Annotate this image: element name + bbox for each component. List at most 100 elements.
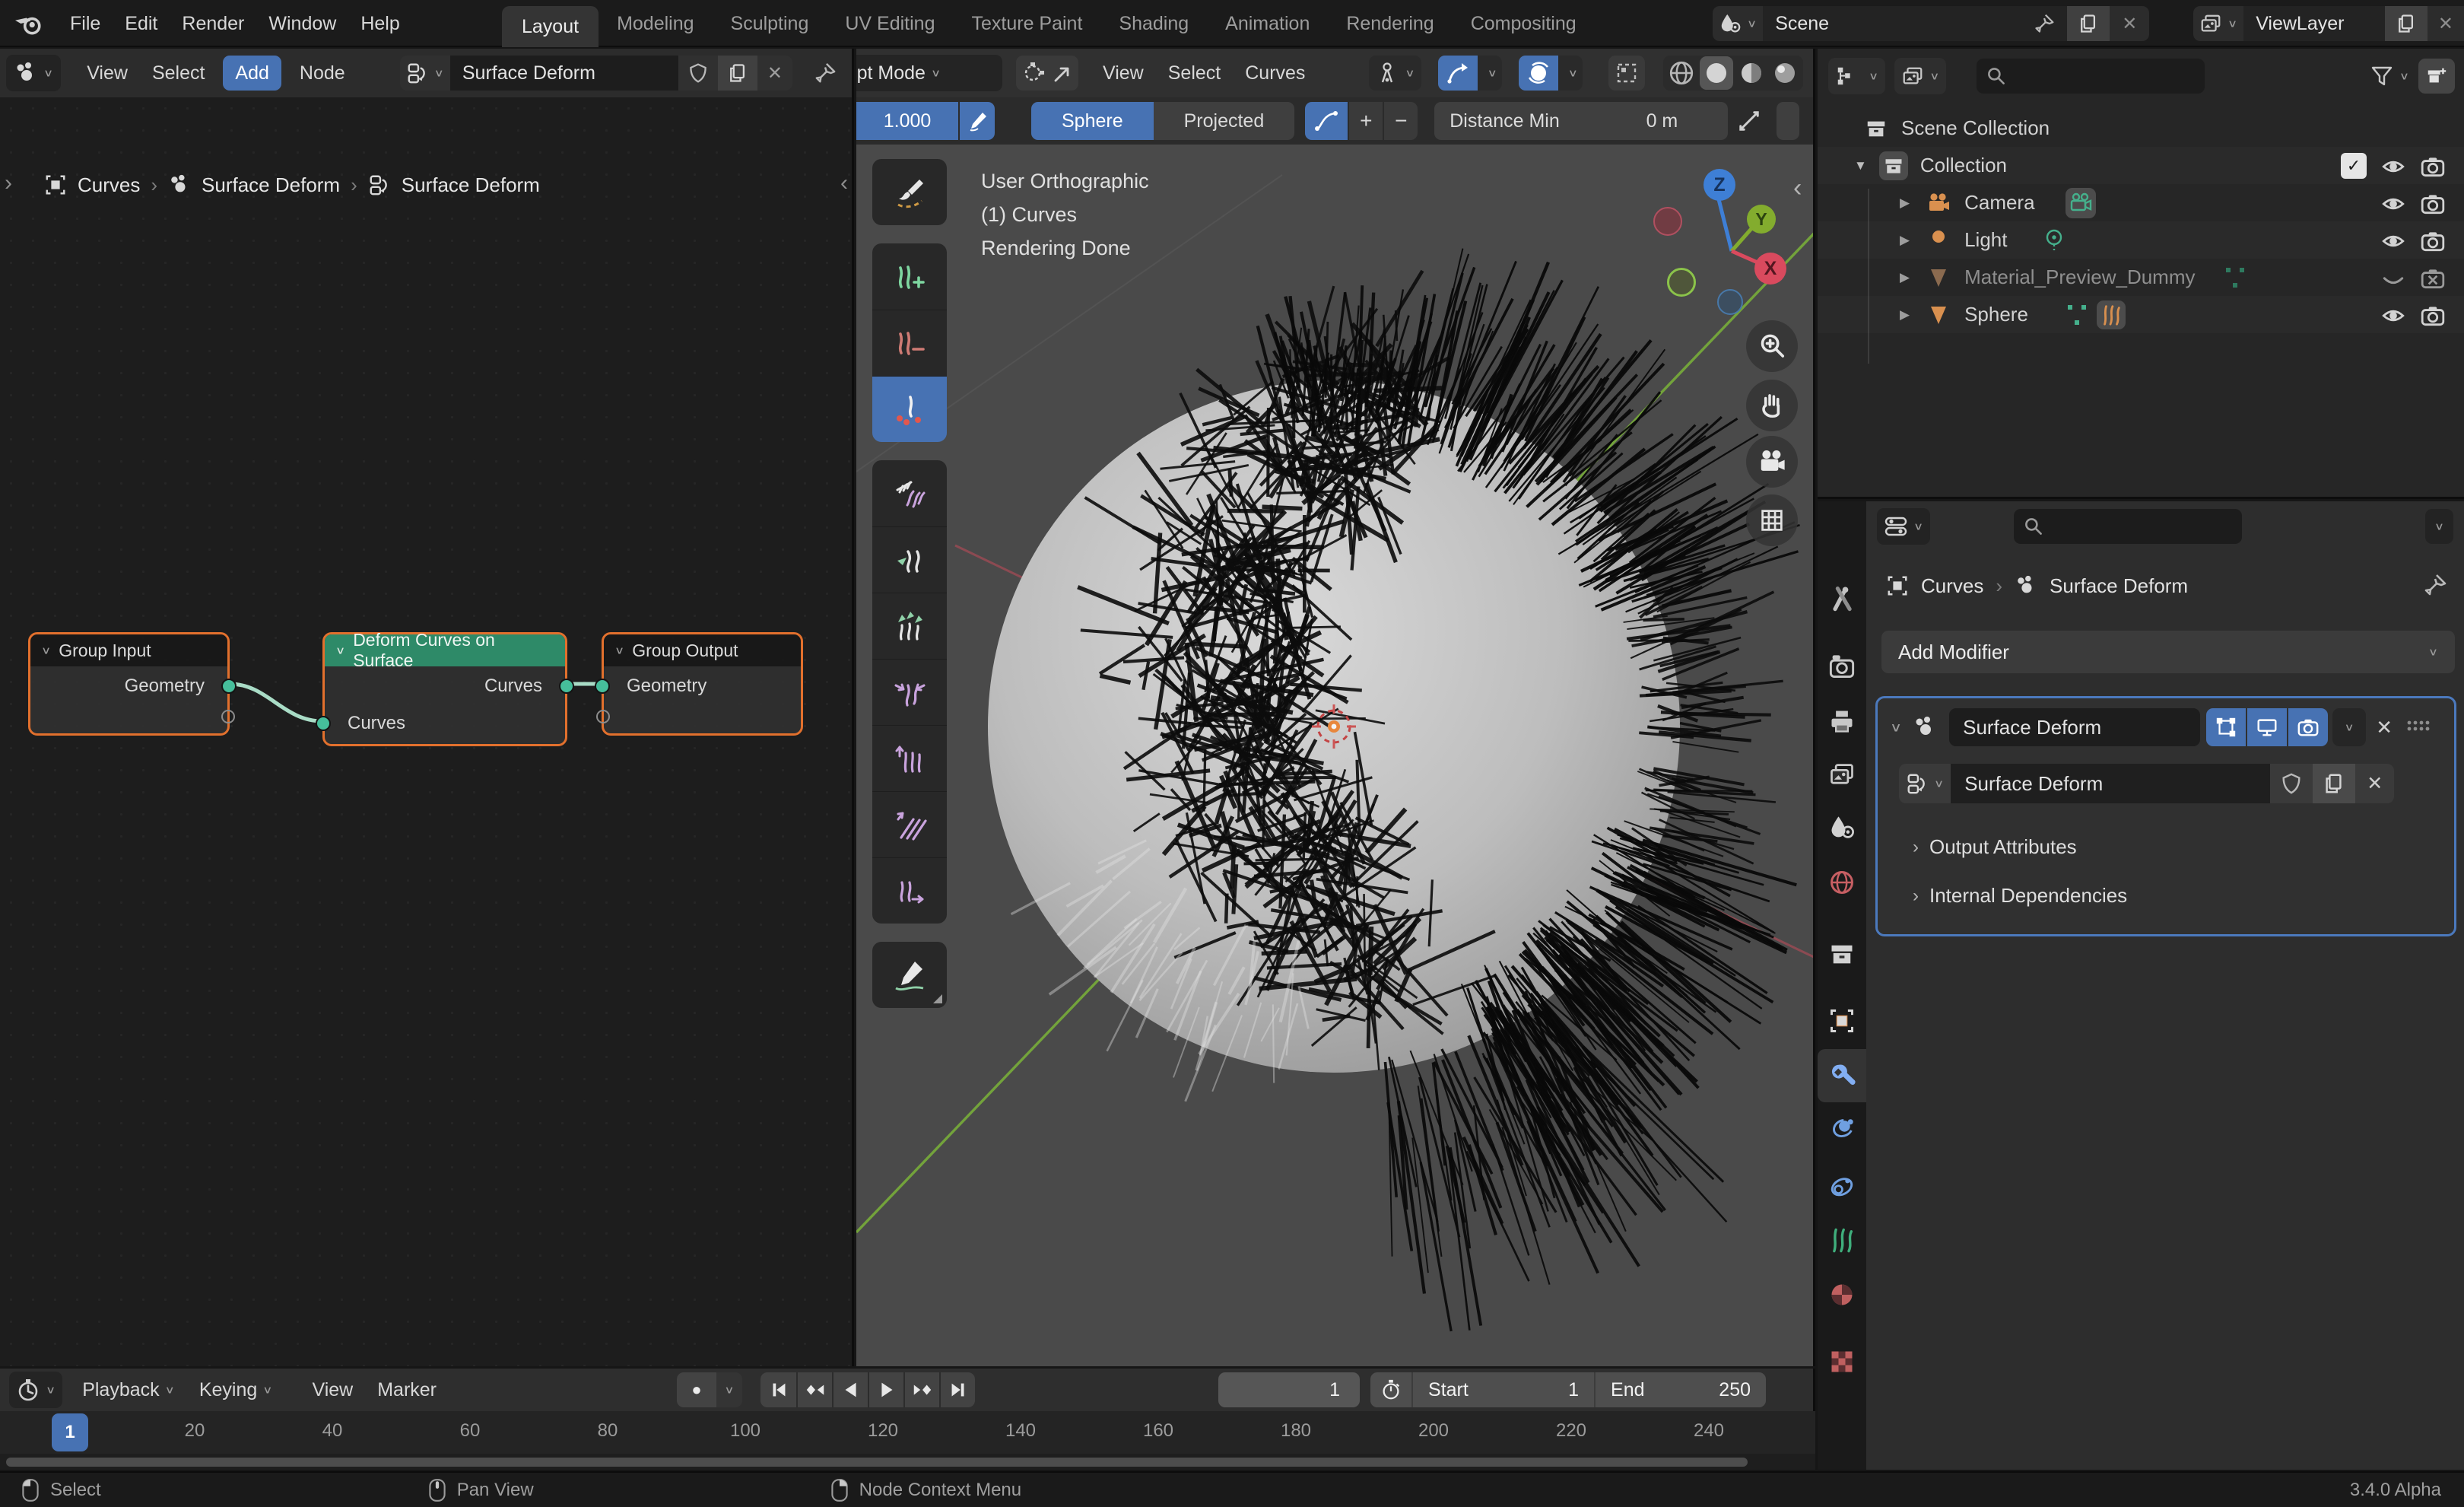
menu-view[interactable]: View (1091, 49, 1156, 97)
transform-arrow-icon[interactable] (1049, 61, 1074, 85)
viewlayer-type-dropdown[interactable]: ∨ (2193, 6, 2243, 41)
tool-annotate[interactable] (872, 942, 947, 1008)
tab-texture-paint[interactable]: Texture Paint (954, 0, 1101, 47)
section-internal-dependencies[interactable]: › Internal Dependencies (1913, 884, 2127, 908)
tab-rendering[interactable]: Rendering (1328, 0, 1452, 47)
overlays-button[interactable] (1608, 56, 1645, 91)
gizmo-y-axis[interactable]: Y (1747, 205, 1776, 234)
scene-name-field[interactable]: Scene (1763, 6, 2067, 41)
shading-wireframe[interactable] (1666, 58, 1697, 88)
menu-node[interactable]: Node (287, 49, 357, 97)
play-reverse-button[interactable] (832, 1372, 868, 1407)
viewlayer-new-button[interactable] (2385, 6, 2427, 41)
node-group-input[interactable]: ∨Group Input Geometry (28, 632, 230, 736)
viewport-canvas[interactable]: User Orthographic (1) Curves Rendering D… (856, 145, 1815, 1366)
toggle-render-display[interactable] (2288, 708, 2328, 746)
menu-add[interactable]: Add (223, 56, 281, 91)
tool-add-curves[interactable] (872, 243, 947, 310)
tab-collection[interactable] (1818, 927, 1866, 981)
use-preview-range-button[interactable] (1370, 1378, 1411, 1401)
zoom-button[interactable] (1746, 320, 1798, 372)
tool-puff[interactable] (872, 725, 947, 791)
menu-playback[interactable]: Playback∨ (70, 1369, 187, 1411)
modifier-panel[interactable]: ∨ Surface Deform ∨ ✕ ∨ Sur (1875, 696, 2456, 936)
tab-render[interactable] (1818, 640, 1866, 693)
tab-material[interactable] (1818, 1268, 1866, 1321)
subtract-button[interactable]: − (1384, 102, 1418, 140)
camera-data-icon[interactable] (2066, 188, 2096, 218)
shading-rendered[interactable] (1770, 58, 1800, 88)
menu-curves[interactable]: Curves (1233, 49, 1317, 97)
render-visibility-icon[interactable] (2420, 191, 2446, 217)
ortho-toggle-button[interactable] (1746, 494, 1798, 546)
breadcrumb-modifier[interactable]: Surface Deform (2050, 574, 2188, 598)
sidebar-toggle-icon[interactable]: › (5, 170, 12, 196)
mesh-data-icon[interactable] (2065, 303, 2089, 327)
modifier-delete-button[interactable]: ✕ (2366, 708, 2402, 746)
hide-eye-icon[interactable] (2380, 303, 2406, 329)
hide-eye-icon[interactable] (2380, 228, 2406, 254)
tab-object[interactable] (1818, 994, 1866, 1048)
shading-material[interactable] (1736, 58, 1767, 88)
hide-eye-icon[interactable] (2380, 154, 2406, 180)
falloff-dropdown[interactable]: ∨ (1369, 56, 1421, 91)
render-visibility-icon[interactable] (2420, 228, 2446, 254)
node-group-name-field[interactable]: Surface Deform (450, 56, 678, 91)
row-collection[interactable]: ▼ Collection ✓ (1818, 147, 2464, 184)
node-group-name-field[interactable]: Surface Deform (1951, 764, 2270, 803)
properties-editor-type[interactable]: ∨ (1877, 508, 1930, 545)
properties-search[interactable] (2014, 509, 2242, 544)
tab-modifiers[interactable] (1818, 1049, 1866, 1102)
disclosure-icon[interactable]: ▶ (1900, 307, 1910, 323)
timeline-ruler[interactable]: 1 20 40 60 80 100 120 140 160 180 200 22… (0, 1411, 1815, 1454)
axis-gizmo[interactable]: Z Y X (1632, 160, 1815, 342)
sidebar-collapse-icon[interactable]: ‹ (1793, 173, 1802, 203)
socket-geometry-in[interactable] (595, 679, 610, 694)
pressure-toggle[interactable] (960, 102, 995, 140)
unlink-datablock-button[interactable]: ✕ (757, 56, 792, 91)
tab-sculpting[interactable]: Sculpting (713, 0, 827, 47)
socket-virtual[interactable] (596, 710, 610, 723)
current-frame-marker[interactable]: 1 (52, 1413, 88, 1451)
gizmo-x-neg[interactable] (1653, 207, 1682, 236)
blender-logo-icon[interactable] (12, 11, 46, 38)
menu-render[interactable]: Render (170, 0, 256, 47)
curve-falloff-toggle[interactable]: ∨ (1438, 56, 1502, 91)
curves-data-icon[interactable] (2097, 300, 2126, 329)
socket-curves-out[interactable] (559, 679, 574, 694)
viewlayer-name-field[interactable]: ViewLayer (2243, 6, 2385, 41)
menu-keying[interactable]: Keying∨ (187, 1369, 285, 1411)
tool-pinch[interactable] (872, 659, 947, 725)
tool-slide[interactable] (872, 857, 947, 924)
tab-texture[interactable] (1818, 1335, 1866, 1388)
strength-slider[interactable]: 1.000 (856, 102, 958, 140)
render-visibility-icon[interactable] (2420, 154, 2446, 180)
tab-shading[interactable]: Shading (1100, 0, 1207, 47)
row-material-preview-dummy[interactable]: ▶ Material_Preview_Dummy (1818, 259, 2464, 296)
gizmo-x-axis[interactable]: X (1754, 253, 1786, 285)
timeline-scrollbar[interactable] (6, 1458, 1748, 1467)
tab-scene[interactable] (1818, 801, 1866, 854)
light-data-icon[interactable] (2042, 228, 2066, 253)
outliner-filter-button[interactable]: ∨ (2365, 64, 2414, 88)
pan-button[interactable] (1746, 380, 1798, 431)
gizmo-y-neg[interactable] (1667, 268, 1696, 297)
socket-geometry-out[interactable] (221, 679, 237, 694)
end-frame-field[interactable]: End250 (1594, 1372, 1766, 1407)
menu-edit[interactable]: Edit (113, 0, 170, 47)
add-button[interactable]: + (1349, 102, 1383, 140)
tool-grow-shrink[interactable] (872, 593, 947, 659)
fake-user-button[interactable] (678, 56, 718, 91)
menu-view[interactable]: View (75, 49, 140, 97)
hide-eye-icon[interactable] (2380, 191, 2406, 217)
extra-settings-button[interactable] (1777, 102, 1799, 140)
tool-selection-paint[interactable] (872, 159, 947, 225)
outliner-display-mode[interactable]: ∨ (1828, 58, 1885, 94)
toggle-editmode-display[interactable] (2206, 708, 2246, 746)
row-sphere[interactable]: ▶ Sphere (1818, 296, 2464, 333)
tab-constraints[interactable] (1818, 1159, 1866, 1212)
node-group-browse[interactable]: ∨ (1899, 764, 1951, 803)
shading-solid[interactable] (1700, 56, 1733, 90)
pin-icon[interactable] (2034, 13, 2055, 34)
tab-compositing[interactable]: Compositing (1453, 0, 1595, 47)
